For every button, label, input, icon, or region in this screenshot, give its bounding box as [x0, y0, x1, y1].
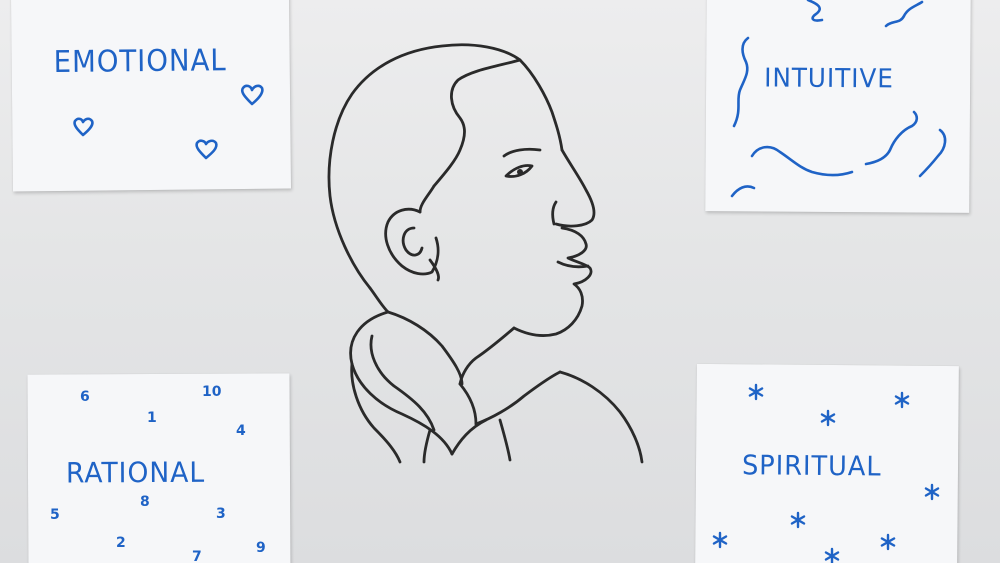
whiteboard-wall: EMOTIONAL INTUITIVE RATIONAL 6 10 1 4 8 … [0, 0, 1000, 563]
head-outline [327, 43, 522, 290]
collar-fold-6 [474, 370, 562, 426]
jaw-line [458, 326, 516, 386]
nostril [551, 200, 558, 226]
back-neck [368, 286, 390, 314]
portrait-drawing [327, 43, 644, 464]
collar-fold-2 [369, 334, 436, 432]
eyebrow [502, 147, 542, 158]
collar-fold-9 [422, 428, 432, 464]
face-profile [512, 148, 596, 337]
collar-fold-1 [349, 310, 454, 456]
temple-hair [418, 184, 436, 214]
ear-inner [401, 226, 424, 257]
collar-fold-4 [386, 310, 464, 386]
hair-front-top [518, 58, 564, 152]
hairline [432, 58, 522, 188]
shoulder-line [558, 370, 644, 464]
collar-fold-5 [458, 382, 478, 426]
ear [384, 207, 440, 276]
collar-fold-8 [498, 418, 512, 462]
pupil [517, 169, 523, 175]
collar-fold-7 [450, 418, 488, 456]
